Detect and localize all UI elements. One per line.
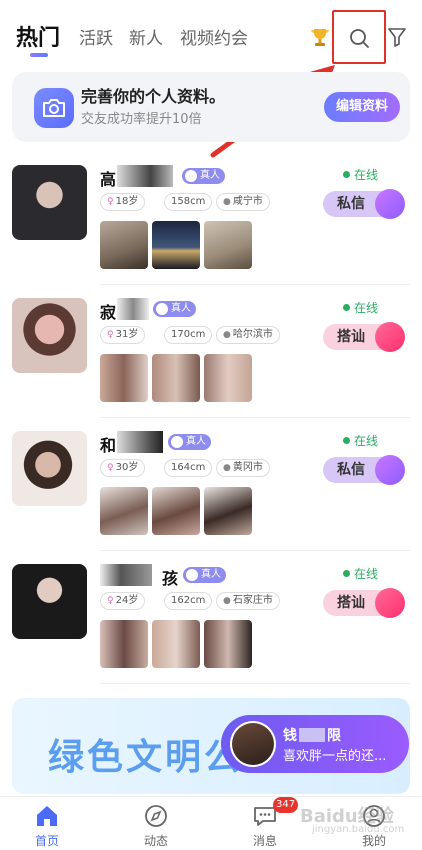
name-mask	[100, 564, 152, 586]
photo-thumbnail[interactable]	[204, 487, 252, 535]
online-status: 在线	[343, 299, 378, 316]
nav-moments[interactable]: 动态	[126, 803, 186, 849]
name-mask	[117, 298, 149, 320]
photo-thumbnail[interactable]	[152, 620, 200, 668]
online-status: 在线	[343, 166, 378, 183]
photo-thumbnail[interactable]	[100, 221, 148, 269]
tab-video-date[interactable]: 视频约会	[180, 24, 248, 49]
user-name-end: 孩	[162, 569, 179, 588]
camera-icon	[34, 88, 74, 128]
nav-home[interactable]: 首页	[17, 803, 77, 849]
online-status: 在线	[343, 432, 378, 449]
photo-thumbnail[interactable]	[100, 620, 148, 668]
verified-badge: 真人	[168, 434, 211, 450]
city-chip: ● 哈尔滨市	[216, 326, 280, 344]
avatar	[230, 721, 276, 767]
verified-badge: 真人	[153, 301, 196, 317]
promo-text: 绿色文明公	[48, 737, 244, 778]
trophy-icon[interactable]	[308, 26, 332, 50]
photo-thumbnail[interactable]	[204, 221, 252, 269]
height-chip: 162cm	[164, 592, 213, 610]
user-name: 寂	[100, 303, 117, 322]
heart-icon	[375, 588, 405, 618]
avatar[interactable]	[12, 298, 87, 373]
message-button[interactable]: 私信	[323, 455, 405, 485]
divider	[100, 683, 410, 684]
divider	[100, 550, 410, 551]
age-chip: ♀ 31岁	[100, 326, 146, 344]
app-screen: 热门 活跃 新人 视频约会 完善你的个人资料。 交友成功率提升10倍 编辑资料 …	[0, 0, 422, 850]
user-name: 高	[100, 170, 117, 189]
chat-bubble-icon	[375, 189, 405, 219]
message-button[interactable]: 私信	[323, 189, 405, 219]
photo-thumbnail[interactable]	[152, 354, 200, 402]
photo-thumbnail[interactable]	[152, 487, 200, 535]
message-preview: 喜欢胖一点的还...	[283, 749, 387, 764]
photo-thumbnail[interactable]	[204, 354, 252, 402]
avatar[interactable]	[12, 431, 87, 506]
greet-button[interactable]: 搭讪	[323, 322, 405, 352]
edit-profile-button[interactable]: 编辑资料	[324, 92, 400, 122]
tab-indicator	[30, 53, 48, 57]
search-icon[interactable]	[348, 27, 370, 49]
compass-icon	[145, 805, 167, 827]
floating-message-card[interactable]: 钱限 喜欢胖一点的还...	[221, 715, 409, 773]
home-icon	[37, 806, 57, 826]
city-chip: ● 咸宁市	[216, 193, 270, 211]
age-chip: ♀ 24岁	[100, 592, 146, 610]
photo-thumbnail[interactable]	[100, 487, 148, 535]
name-mask	[117, 165, 173, 187]
user-row[interactable]: 高 真人 ♀ 18岁 158cm ● 咸宁市 在线 私信	[0, 165, 422, 298]
greet-button[interactable]: 搭讪	[323, 588, 405, 618]
filter-icon[interactable]	[386, 26, 408, 48]
name-mask	[117, 431, 163, 453]
tab-new[interactable]: 新人	[129, 24, 163, 49]
height-chip: 170cm	[164, 326, 213, 344]
avatar[interactable]	[12, 165, 87, 240]
unread-badge: 347	[273, 797, 299, 813]
photo-thumbnail[interactable]	[100, 354, 148, 402]
verified-badge: 真人	[183, 567, 226, 583]
photo-thumbnail[interactable]	[152, 221, 200, 269]
profile-completion-banner[interactable]: 完善你的个人资料。 交友成功率提升10倍 编辑资料	[12, 72, 410, 142]
user-row[interactable]: 寂 真人 ♀ 31岁 170cm ● 哈尔滨市 在线 搭讪	[0, 298, 422, 431]
verified-badge: 真人	[182, 168, 225, 184]
divider	[100, 284, 410, 285]
height-chip: 164cm	[164, 459, 213, 477]
age-chip: ♀ 30岁	[100, 459, 146, 477]
sender-name: 钱限	[283, 728, 341, 744]
divider	[100, 417, 410, 418]
watermark-url: jingyan.baidu.com	[312, 824, 405, 835]
tab-hot[interactable]: 热门	[16, 20, 60, 52]
photo-thumbnail[interactable]	[204, 620, 252, 668]
heart-icon	[375, 322, 405, 352]
chat-bubble-icon	[375, 455, 405, 485]
user-name: 和	[100, 436, 117, 455]
banner-title: 完善你的个人资料。	[81, 87, 226, 106]
online-status: 在线	[343, 565, 378, 582]
avatar[interactable]	[12, 564, 87, 639]
top-tab-bar: 热门 活跃 新人 视频约会	[0, 0, 422, 64]
banner-subtitle: 交友成功率提升10倍	[81, 112, 202, 127]
city-chip: ● 石家庄市	[216, 592, 280, 610]
city-chip: ● 黄冈市	[216, 459, 270, 477]
height-chip: 158cm	[164, 193, 213, 211]
age-chip: ♀ 18岁	[100, 193, 146, 211]
nav-messages[interactable]: 347 消息	[235, 797, 299, 849]
tab-active[interactable]: 活跃	[79, 24, 113, 49]
user-row[interactable]: 孩 真人 ♀ 24岁 162cm ● 石家庄市 在线 搭讪	[0, 564, 422, 697]
user-row[interactable]: 和 真人 ♀ 30岁 164cm ● 黄冈市 在线 私信	[0, 431, 422, 564]
